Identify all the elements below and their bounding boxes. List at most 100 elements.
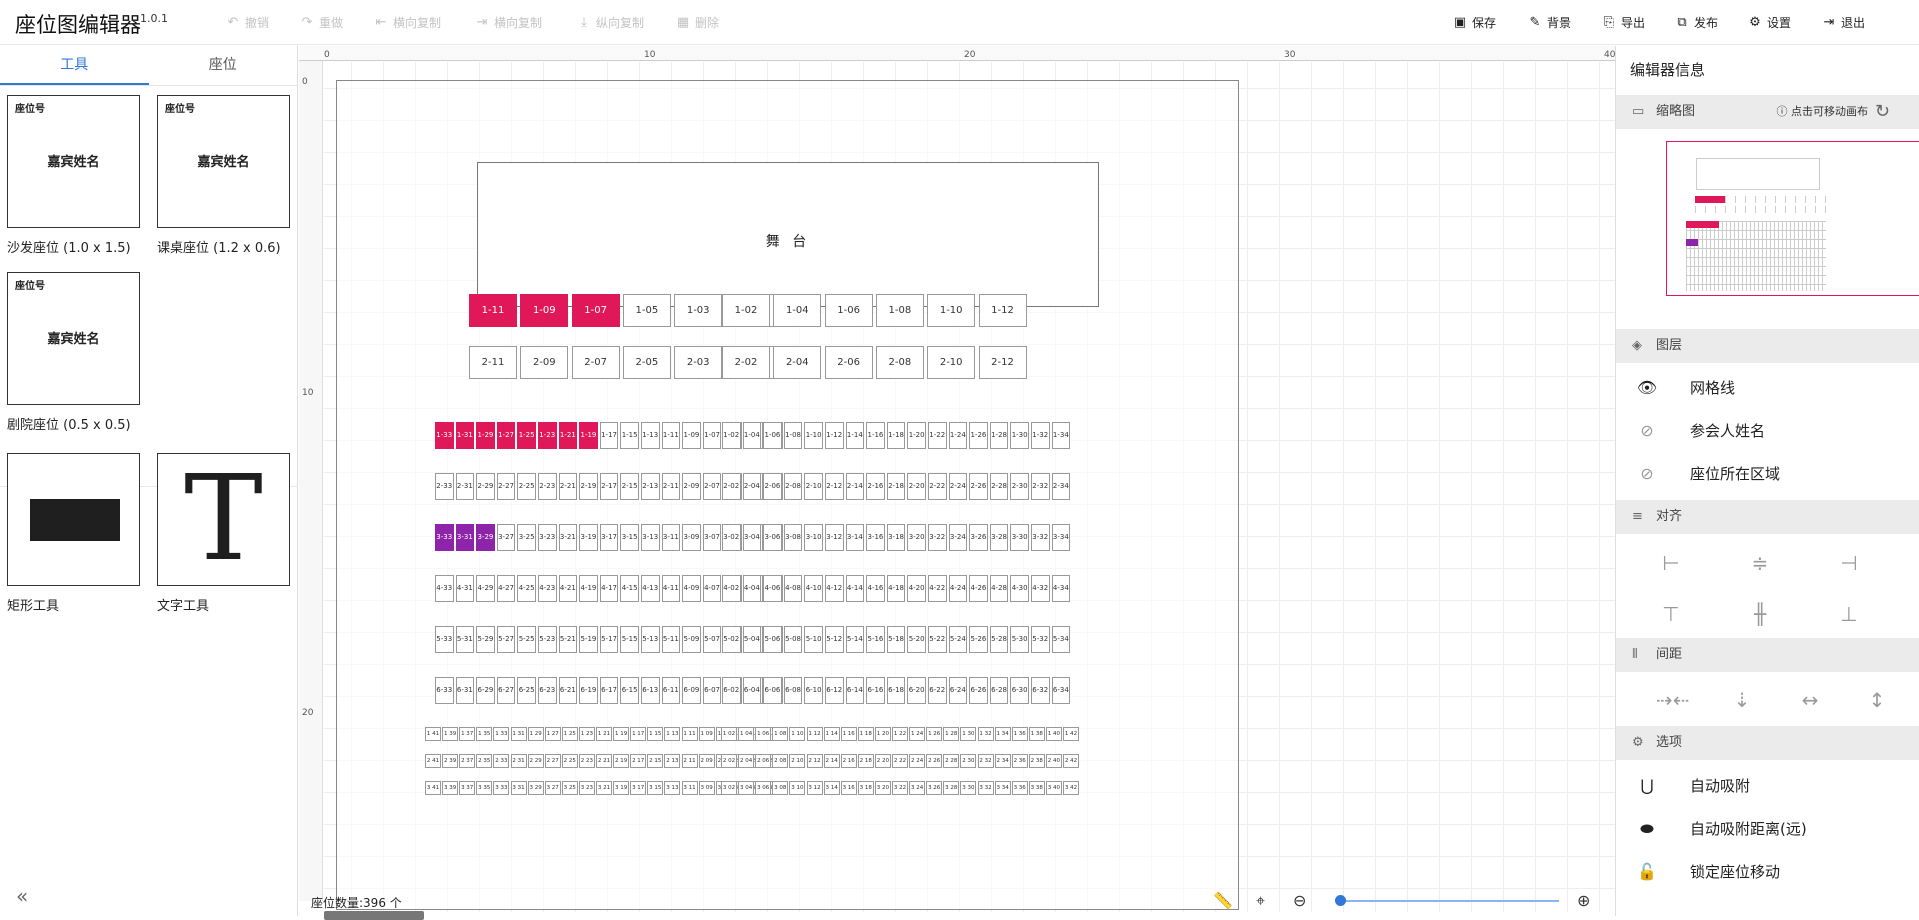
seat[interactable]: 1-18 bbox=[886, 422, 906, 449]
seat[interactable]: 2 08 bbox=[772, 754, 789, 768]
refresh-icon[interactable]: ↻ bbox=[1875, 95, 1890, 129]
seat[interactable]: 6-24 bbox=[948, 677, 968, 704]
seat[interactable]: 1 15 bbox=[647, 727, 664, 741]
seat[interactable]: 1 20 bbox=[874, 727, 891, 741]
seat[interactable]: 2 27 bbox=[544, 754, 561, 768]
seat[interactable]: 1-24 bbox=[948, 422, 968, 449]
seat[interactable]: 3 13 bbox=[664, 781, 681, 795]
seat[interactable]: 5-04 bbox=[742, 626, 762, 653]
seat[interactable]: 6-25 bbox=[517, 677, 536, 704]
seat[interactable]: 1-09 bbox=[682, 422, 701, 449]
seat[interactable]: 1-03 bbox=[674, 294, 723, 327]
seat[interactable]: 5-25 bbox=[517, 626, 536, 653]
seat[interactable]: 1 35 bbox=[476, 727, 493, 741]
seat[interactable]: 3 38 bbox=[1028, 781, 1045, 795]
seat[interactable]: 2 17 bbox=[630, 754, 647, 768]
seat[interactable]: 3 20 bbox=[874, 781, 891, 795]
stage-rect[interactable]: 舞 台 bbox=[477, 162, 1099, 307]
seat[interactable]: 1 18 bbox=[857, 727, 874, 741]
collapse-panel-icon[interactable]: « bbox=[16, 884, 28, 908]
seat[interactable]: 6-23 bbox=[538, 677, 557, 704]
publish-button[interactable]: ⧉ 发布 bbox=[1675, 14, 1718, 31]
seat[interactable]: 4-08 bbox=[783, 575, 803, 602]
seat[interactable]: 2 10 bbox=[789, 754, 806, 768]
text-tool-card[interactable]: T bbox=[157, 453, 290, 586]
align-right-icon[interactable]: ⊣ bbox=[1834, 551, 1864, 575]
seat[interactable]: 2-08 bbox=[875, 346, 924, 379]
seat[interactable]: 1-04 bbox=[773, 294, 822, 327]
seat[interactable]: 4-29 bbox=[476, 575, 495, 602]
seat[interactable]: 1-08 bbox=[875, 294, 924, 327]
seat[interactable]: 1-16 bbox=[866, 422, 885, 449]
seat[interactable]: 2 12 bbox=[806, 754, 823, 768]
option-lock-seats[interactable]: 🔓 锁定座位移动 bbox=[1634, 861, 1780, 882]
seat[interactable]: 3-28 bbox=[989, 524, 1009, 551]
seat[interactable]: 6-12 bbox=[825, 677, 844, 704]
seat[interactable]: 1-17 bbox=[599, 422, 619, 449]
seat[interactable]: 2 11 bbox=[681, 754, 698, 768]
export-button[interactable]: ⎘ 导出 bbox=[1602, 14, 1645, 31]
seat[interactable]: 4-24 bbox=[948, 575, 968, 602]
exit-button[interactable]: ⇥ 退出 bbox=[1822, 14, 1865, 31]
seat[interactable]: 3-19 bbox=[579, 524, 598, 551]
seat[interactable]: 2 13 bbox=[664, 754, 681, 768]
seat[interactable]: 3 04 bbox=[738, 781, 755, 795]
seat[interactable]: 1 34 bbox=[994, 727, 1011, 741]
seat[interactable]: 2-12 bbox=[978, 346, 1027, 379]
seat[interactable]: 1-26 bbox=[969, 422, 988, 449]
seat[interactable]: 4-28 bbox=[989, 575, 1009, 602]
seat[interactable]: 3-09 bbox=[682, 524, 701, 551]
seat[interactable]: 3-16 bbox=[866, 524, 885, 551]
seat[interactable]: 2-02 bbox=[722, 346, 770, 379]
seat[interactable]: 1 19 bbox=[613, 727, 630, 741]
seat[interactable]: 1 12 bbox=[806, 727, 823, 741]
seat[interactable]: 5-28 bbox=[989, 626, 1009, 653]
seat[interactable]: 5-24 bbox=[948, 626, 968, 653]
seat[interactable]: 5-09 bbox=[682, 626, 701, 653]
zoom-slider-handle[interactable] bbox=[1335, 895, 1346, 906]
desk-seat-card[interactable]: 座位号 嘉宾姓名 bbox=[157, 95, 290, 228]
seat[interactable]: 2 34 bbox=[994, 754, 1011, 768]
seat[interactable]: 1 27 bbox=[544, 727, 561, 741]
seat[interactable]: 2-05 bbox=[622, 346, 671, 379]
seat[interactable]: 1 41 bbox=[425, 727, 441, 741]
seat[interactable]: 5-08 bbox=[783, 626, 803, 653]
zoom-out-icon[interactable]: ⊖ bbox=[1293, 891, 1306, 910]
seat[interactable]: 5-26 bbox=[969, 626, 988, 653]
seat[interactable]: 2-10 bbox=[927, 346, 976, 379]
seat[interactable]: 3-29 bbox=[476, 524, 495, 551]
align-bottom-icon[interactable]: ⊥ bbox=[1834, 602, 1864, 626]
background-button[interactable]: ✎ 背景 bbox=[1528, 14, 1571, 31]
seat[interactable]: 6-06 bbox=[763, 677, 782, 704]
seat[interactable]: 1 42 bbox=[1063, 727, 1079, 741]
seat[interactable]: 4-07 bbox=[702, 575, 722, 602]
seat[interactable]: 1-06 bbox=[763, 422, 782, 449]
seat[interactable]: 2-04 bbox=[773, 346, 822, 379]
seat[interactable]: 4-31 bbox=[455, 575, 475, 602]
seat[interactable]: 1 14 bbox=[823, 727, 840, 741]
seat[interactable]: 1 28 bbox=[943, 727, 960, 741]
zoom-in-icon[interactable]: ⊕ bbox=[1577, 891, 1590, 910]
seat[interactable]: 1 09 bbox=[698, 727, 715, 741]
seat[interactable]: 3 09 bbox=[698, 781, 715, 795]
seat[interactable]: 3 18 bbox=[857, 781, 874, 795]
seat[interactable]: 2 37 bbox=[459, 754, 476, 768]
layer-attendee-name[interactable]: ⊘ 参会人姓名 bbox=[1634, 420, 1765, 441]
seat[interactable]: 3-12 bbox=[825, 524, 844, 551]
seat[interactable]: 6-16 bbox=[866, 677, 885, 704]
seat[interactable]: 2 02 bbox=[721, 754, 737, 768]
seat[interactable]: 3-18 bbox=[886, 524, 906, 551]
seat[interactable]: 1-02 bbox=[722, 294, 770, 327]
seat[interactable]: 2-18 bbox=[886, 473, 906, 500]
seat[interactable]: 1-31 bbox=[455, 422, 475, 449]
seat[interactable]: 6-14 bbox=[845, 677, 865, 704]
seat[interactable]: 1-20 bbox=[907, 422, 926, 449]
seat[interactable]: 1 02 bbox=[721, 727, 737, 741]
seat[interactable]: 4-17 bbox=[599, 575, 619, 602]
seat[interactable]: 1 13 bbox=[664, 727, 681, 741]
seat[interactable]: 3 27 bbox=[544, 781, 561, 795]
seat[interactable]: 5-31 bbox=[455, 626, 475, 653]
seat[interactable]: 1 23 bbox=[578, 727, 595, 741]
seat[interactable]: 3 17 bbox=[630, 781, 647, 795]
seat[interactable]: 2-34 bbox=[1051, 473, 1071, 500]
